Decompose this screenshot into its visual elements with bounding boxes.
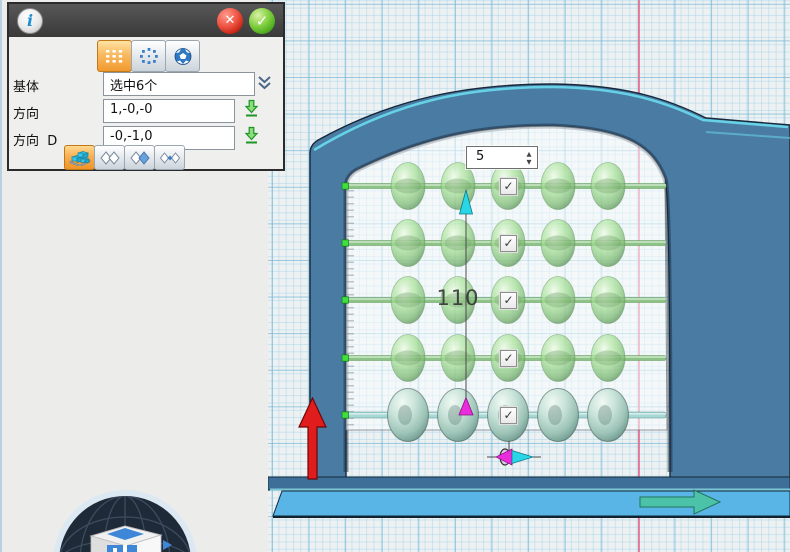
- tab-sphere-pattern[interactable]: [165, 40, 200, 72]
- button-diamond-fill[interactable]: [124, 145, 155, 170]
- diamond-fill-icon: [129, 150, 151, 166]
- bead-waist-shade: [595, 351, 622, 366]
- bead-waist-shade: [545, 351, 572, 366]
- bead-waist-shade: [445, 236, 472, 251]
- rod-anchor-point[interactable]: [342, 183, 348, 189]
- row-include-checkbox[interactable]: ✓: [500, 292, 517, 309]
- bead-hole-shade: [398, 405, 412, 425]
- dimension-value-label: 110: [430, 286, 486, 310]
- button-diamond-spacing[interactable]: [154, 145, 185, 170]
- abacus-base[interactable]: [268, 477, 790, 517]
- direction-d-label: 方向 D: [13, 130, 57, 149]
- tab-linear-pattern[interactable]: [97, 40, 132, 72]
- rod-anchor-point[interactable]: [342, 297, 348, 303]
- diamond-spacing-icon: [159, 150, 181, 166]
- linear-pattern-icon: [106, 50, 123, 63]
- bead-waist-shade: [445, 179, 472, 194]
- count-value[interactable]: 5: [467, 147, 521, 168]
- rod-anchor-point[interactable]: [342, 412, 348, 418]
- bead-waist-shade: [395, 236, 422, 251]
- rod-anchor-point[interactable]: [342, 240, 348, 246]
- view-cube[interactable]: [51, 490, 199, 552]
- bead-waist-shade: [595, 236, 622, 251]
- bead-hole-shade: [548, 405, 562, 425]
- bead-waist-shade: [545, 179, 572, 194]
- dialog-titlebar[interactable]: i ✕ ✓: [9, 4, 283, 37]
- pattern-dialog: i ✕ ✓ 基体 选中6个 方向 1,-0,-0: [7, 2, 285, 171]
- bead-waist-shade: [545, 236, 572, 251]
- bead-waist-shade: [595, 293, 622, 308]
- row-include-checkbox[interactable]: ✓: [500, 235, 517, 252]
- row-include-checkbox[interactable]: ✓: [500, 407, 517, 424]
- window-left-edge: [0, 0, 2, 552]
- direction-label: 方向: [13, 103, 39, 122]
- tab-circular-pattern[interactable]: [131, 40, 166, 72]
- bead-waist-shade: [595, 179, 622, 194]
- bead-hole-shade: [598, 405, 612, 425]
- pick-direction-icon[interactable]: [243, 99, 260, 118]
- diamond-pair-icon: [99, 150, 121, 166]
- button-diamond-pair[interactable]: [94, 145, 125, 170]
- spinner-down-icon[interactable]: ▼: [527, 159, 532, 165]
- cancel-button[interactable]: ✕: [217, 8, 243, 34]
- row-include-checkbox[interactable]: ✓: [500, 350, 517, 367]
- pattern-instances-icon: [69, 149, 91, 166]
- bead-waist-shade: [395, 179, 422, 194]
- confirm-button[interactable]: ✓: [249, 8, 275, 34]
- count-spinner[interactable]: 5 ▲ ▼: [466, 146, 538, 169]
- bead-waist-shade: [445, 351, 472, 366]
- spinner-up-icon[interactable]: ▲: [527, 151, 532, 157]
- base-label: 基体: [13, 76, 39, 95]
- bead-waist-shade: [395, 351, 422, 366]
- direction-field[interactable]: 1,-0,-0: [103, 99, 235, 123]
- button-pattern-instances[interactable]: [64, 145, 95, 170]
- pick-direction-d-icon[interactable]: [243, 126, 260, 145]
- rod-anchor-point[interactable]: [342, 355, 348, 361]
- bead-waist-shade: [545, 293, 572, 308]
- base-field[interactable]: 选中6个: [103, 72, 255, 96]
- expand-chevron-icon[interactable]: [257, 75, 272, 91]
- sphere-pattern-icon: [174, 48, 192, 65]
- direction-d-handle[interactable]: [487, 441, 541, 465]
- bead-waist-shade: [395, 293, 422, 308]
- row-include-checkbox[interactable]: ✓: [500, 178, 517, 195]
- circular-pattern-icon: [140, 48, 158, 64]
- info-icon[interactable]: i: [17, 8, 43, 34]
